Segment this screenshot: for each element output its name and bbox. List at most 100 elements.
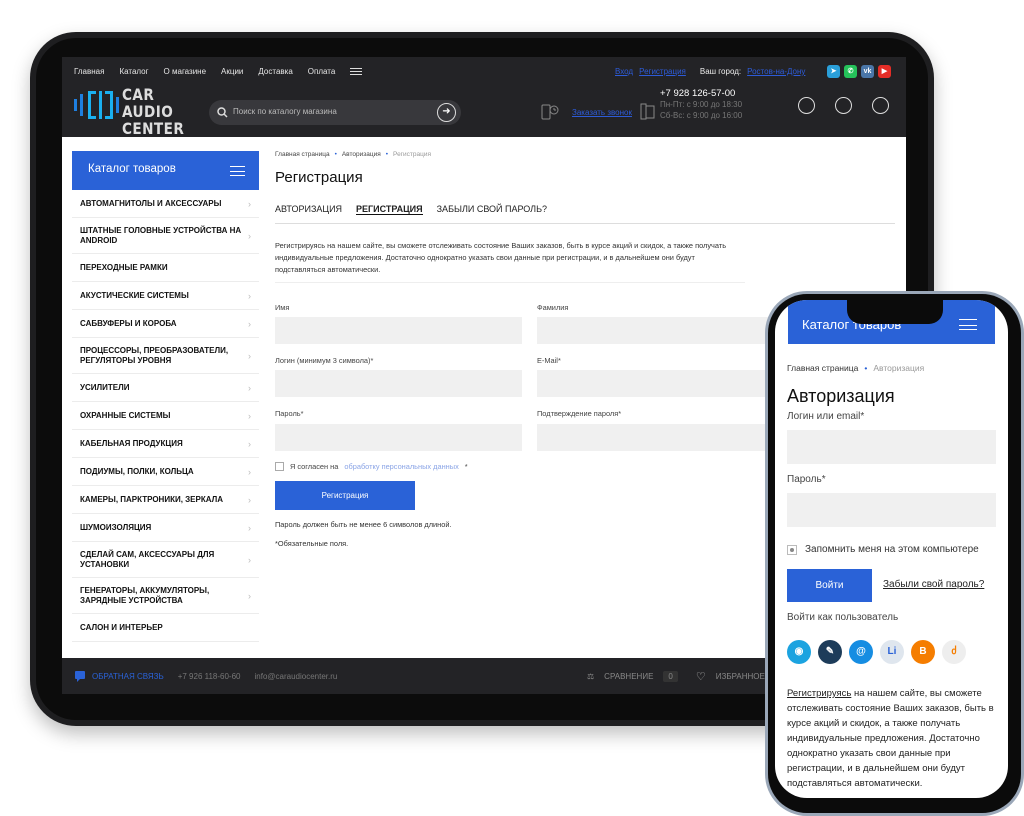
category-label: АВТОМАГНИТОЛЫ И АКСЕССУАРЫ: [80, 198, 222, 208]
page-title: Регистрация: [275, 169, 363, 186]
confirm-password-field[interactable]: [537, 424, 784, 451]
favorite-icon[interactable]: [835, 97, 852, 114]
register-intro-text: Регистрируясь на нашем сайте, вы сможете…: [275, 241, 727, 274]
login-label: Логин (минимум 3 символа)*: [275, 356, 374, 365]
sidebar-category-item[interactable]: ОХРАННЫЕ СИСТЕМЫ ›: [72, 402, 259, 430]
tab-forgot-password[interactable]: ЗАБЫЛИ СВОЙ ПАРОЛЬ?: [437, 204, 547, 215]
nav-item-delivery[interactable]: Доставка: [258, 67, 292, 76]
liveinternet-icon[interactable]: Li: [880, 640, 904, 664]
sidebar-category-item[interactable]: АВТОМАГНИТОЛЫ И АКСЕССУАРЫ ›: [72, 190, 259, 218]
name-label: Имя: [275, 303, 290, 312]
remember-checkbox[interactable]: [787, 544, 797, 555]
login-button[interactable]: Войти: [787, 569, 872, 602]
mobile-register-text: Регистрируясь на нашем сайте, вы сможете…: [787, 686, 1001, 791]
sidebar-category-item[interactable]: ПОДИУМЫ, ПОЛКИ, КОЛЬЦА ›: [72, 458, 259, 486]
breadcrumb-auth[interactable]: Авторизация: [342, 151, 381, 158]
sidebar-category-item[interactable]: КАБЕЛЬНАЯ ПРОДУКЦИЯ ›: [72, 430, 259, 458]
menu-icon[interactable]: [230, 166, 245, 176]
city-select[interactable]: Ростов-на-Дону: [747, 67, 805, 76]
scales-icon: ⚖: [587, 672, 595, 681]
menu-icon[interactable]: [959, 319, 977, 330]
consent-link[interactable]: обработку персональных данных: [344, 462, 458, 471]
mobile-password-field[interactable]: [787, 493, 996, 527]
mobile-breadcrumb: Главная страница • Авторизация: [787, 363, 924, 373]
compare-link[interactable]: СРАВНЕНИЕ: [604, 672, 653, 681]
header-actions: [798, 97, 889, 114]
nav-item-catalog[interactable]: Каталог: [119, 67, 148, 76]
heart-icon: ♡: [695, 671, 706, 683]
mobile-login-field[interactable]: [787, 430, 996, 464]
category-label: КАМЕРЫ, ПАРКТРОНИКИ, ЗЕРКАЛА: [80, 494, 223, 504]
category-label: КАБЕЛЬНАЯ ПРОДУКЦИЯ: [80, 438, 183, 448]
youtube-icon[interactable]: ▶: [878, 65, 891, 78]
sidebar-category-item[interactable]: ПРОЦЕССОРЫ, ПРЕОБРАЗОВАТЕЛИ, РЕГУЛЯТОРЫ …: [72, 338, 259, 374]
search-submit-button[interactable]: ➜: [437, 103, 456, 122]
feedback-link[interactable]: ОБРАТНАЯ СВЯЗЬ: [74, 670, 164, 682]
breadcrumb-separator: •: [385, 151, 389, 158]
password-field[interactable]: [275, 424, 522, 451]
nav-item-promo[interactable]: Акции: [221, 67, 243, 76]
chevron-right-icon: ›: [248, 438, 251, 449]
category-label: ПРОЦЕССОРЫ, ПРЕОБРАЗОВАТЕЛИ, РЕГУЛЯТОРЫ …: [80, 345, 229, 365]
footer-phone[interactable]: +7 926 118-60-60: [178, 672, 241, 681]
name-field[interactable]: [275, 317, 522, 344]
breadcrumb-home[interactable]: Главная страница: [787, 363, 858, 373]
breadcrumb-separator: •: [334, 151, 337, 158]
user-city-bar: Вход Регистрация Ваш город: Ростов-на-До…: [615, 67, 805, 76]
breadcrumb-home[interactable]: Главная страница: [275, 151, 330, 158]
email-field[interactable]: [537, 370, 784, 397]
category-label: САБВУФЕРЫ И КОРОБА: [80, 318, 177, 328]
sidebar-category-item[interactable]: ГЕНЕРАТОРЫ, АККУМУЛЯТОРЫ, ЗАРЯДНЫЕ УСТРО…: [72, 578, 259, 614]
sidebar-category-item[interactable]: САЛОН И ИНТЕРЬЕР: [72, 614, 259, 642]
search-bar[interactable]: Поиск по каталогу магазина ➜: [209, 100, 461, 125]
surname-field[interactable]: [537, 317, 784, 344]
nav-item-home[interactable]: Главная: [74, 67, 104, 76]
login-link[interactable]: Вход: [615, 67, 633, 76]
footer-email[interactable]: info@caraudiocenter.ru: [255, 672, 338, 681]
category-label: СДЕЛАЙ САМ, АКСЕССУАРЫ ДЛЯ УСТАНОВКИ: [80, 549, 215, 569]
consent-prefix: Я согласен на: [290, 462, 339, 471]
sidebar-category-item[interactable]: ШТАТНЫЕ ГОЛОВНЫЕ УСТРОЙСТВА НА ANDROID ›: [72, 218, 259, 254]
eye-icon[interactable]: ◉: [787, 640, 811, 664]
header-phone[interactable]: +7 928 126-57-00: [660, 88, 742, 99]
register-inline-link[interactable]: Регистрируясь: [787, 688, 851, 699]
cart-icon[interactable]: [872, 97, 889, 114]
logo-mark-icon: [74, 91, 119, 119]
livejournal-icon[interactable]: ✎: [818, 640, 842, 664]
search-input[interactable]: Поиск по каталогу магазина: [233, 107, 337, 116]
consent-checkbox[interactable]: [275, 462, 284, 471]
more-menu-icon[interactable]: [350, 68, 363, 75]
mailru-icon[interactable]: @: [849, 640, 873, 664]
category-list: АВТОМАГНИТОЛЫ И АКСЕССУАРЫ › ШТАТНЫЕ ГОЛОВ…: [72, 190, 259, 642]
auth-tabs: АВТОРИЗАЦИЯ РЕГИСТРАЦИЯ ЗАБЫЛИ СВОЙ ПАРО…: [275, 204, 895, 224]
favorites-link[interactable]: ИЗБРАННОЕ: [716, 672, 765, 681]
sidebar-category-item[interactable]: ПЕРЕХОДНЫЕ РАМКИ: [72, 254, 259, 282]
whatsapp-icon[interactable]: ✆: [844, 65, 857, 78]
sidebar-category-item[interactable]: СДЕЛАЙ САМ, АКСЕССУАРЫ ДЛЯ УСТАНОВКИ ›: [72, 542, 259, 578]
tab-login[interactable]: АВТОРИЗАЦИЯ: [275, 204, 342, 215]
sidebar-category-item[interactable]: САБВУФЕРЫ И КОРОБА ›: [72, 310, 259, 338]
logo[interactable]: CAR AUDIO CENTER: [74, 85, 204, 137]
sidebar-category-item[interactable]: ШУМОИЗОЛЯЦИЯ ›: [72, 514, 259, 542]
tab-register[interactable]: РЕГИСТРАЦИЯ: [356, 204, 423, 215]
sidebar-category-item[interactable]: УСИЛИТЕЛИ ›: [72, 374, 259, 402]
catalog-header[interactable]: Каталог товаров: [72, 151, 259, 190]
blogger-icon[interactable]: B: [911, 640, 935, 664]
login-field[interactable]: [275, 370, 522, 397]
telegram-icon[interactable]: ➤: [827, 65, 840, 78]
nav-item-about[interactable]: О магазине: [164, 67, 207, 76]
forgot-password-link[interactable]: Забыли свой пароль?: [883, 579, 984, 590]
work-hours-weekend: Сб-Вс: с 9:00 до 16:00: [660, 111, 743, 120]
vk-icon[interactable]: vk: [861, 65, 874, 78]
register-link[interactable]: Регистрация: [639, 67, 686, 76]
breadcrumb: Главная страница • Авторизация • Регистрац…: [275, 151, 895, 158]
phone-screen: Каталог товаров Главная страница • Авториз…: [775, 300, 1008, 798]
nav-item-payment[interactable]: Оплата: [308, 67, 336, 76]
callback-link[interactable]: Заказать звонок: [572, 108, 632, 117]
sidebar-category-item[interactable]: АКУСТИЧЕСКИЕ СИСТЕМЫ ›: [72, 282, 259, 310]
openid-icon[interactable]: ძ: [942, 640, 966, 664]
sidebar-category-item[interactable]: КАМЕРЫ, ПАРКТРОНИКИ, ЗЕРКАЛА ›: [72, 486, 259, 514]
chevron-right-icon: ›: [248, 410, 251, 421]
compare-icon[interactable]: [798, 97, 815, 114]
register-button[interactable]: Регистрация: [275, 481, 415, 510]
